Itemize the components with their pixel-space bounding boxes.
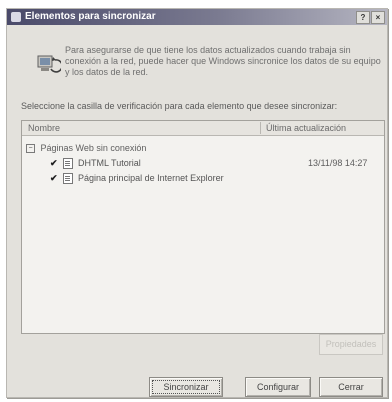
properties-button[interactable]: Propiedades (319, 334, 383, 355)
list-header: Nombre Última actualización (22, 121, 384, 136)
instruction-label: Seleccione la casilla de verificación pa… (21, 101, 338, 111)
group-offline-pages[interactable]: − Páginas Web sin conexión (26, 143, 147, 154)
collapse-icon[interactable]: − (26, 144, 35, 154)
sync-icon (11, 12, 21, 22)
configure-button[interactable]: Configurar (245, 377, 311, 397)
item-last-update: 13/11/98 14:27 (308, 158, 368, 168)
column-last-update-header[interactable]: Última actualización (266, 123, 346, 133)
web-page-icon (62, 173, 73, 185)
intro-description: Para asegurarse de que tiene los datos a… (65, 45, 381, 77)
help-button[interactable]: ? (356, 11, 370, 24)
web-page-icon (62, 158, 73, 170)
item-name: Página principal de Internet Explorer (78, 173, 224, 183)
item-name: DHTML Tutorial (78, 158, 141, 168)
list-item[interactable]: ✔ Página principal de Internet Explorer (50, 173, 224, 185)
item-checkbox[interactable]: ✔ (50, 158, 59, 169)
column-divider[interactable] (260, 122, 261, 134)
computer-sync-icon (37, 55, 61, 73)
sync-dialog: Elementos para sincronizar ? × Para aseg… (6, 8, 388, 398)
title-bar[interactable]: Elementos para sincronizar ? × (7, 9, 387, 25)
close-button[interactable]: Cerrar (319, 377, 383, 397)
column-name-header[interactable]: Nombre (28, 123, 60, 133)
item-checkbox[interactable]: ✔ (50, 173, 59, 184)
group-label: Páginas Web sin conexión (40, 143, 147, 153)
sync-button[interactable]: Sincronizar (149, 377, 223, 397)
window-title: Elementos para sincronizar (25, 11, 156, 22)
list-item[interactable]: ✔ DHTML Tutorial (50, 158, 141, 170)
sync-items-list[interactable]: Nombre Última actualización − Páginas We… (21, 120, 385, 334)
close-window-button[interactable]: × (371, 11, 385, 24)
